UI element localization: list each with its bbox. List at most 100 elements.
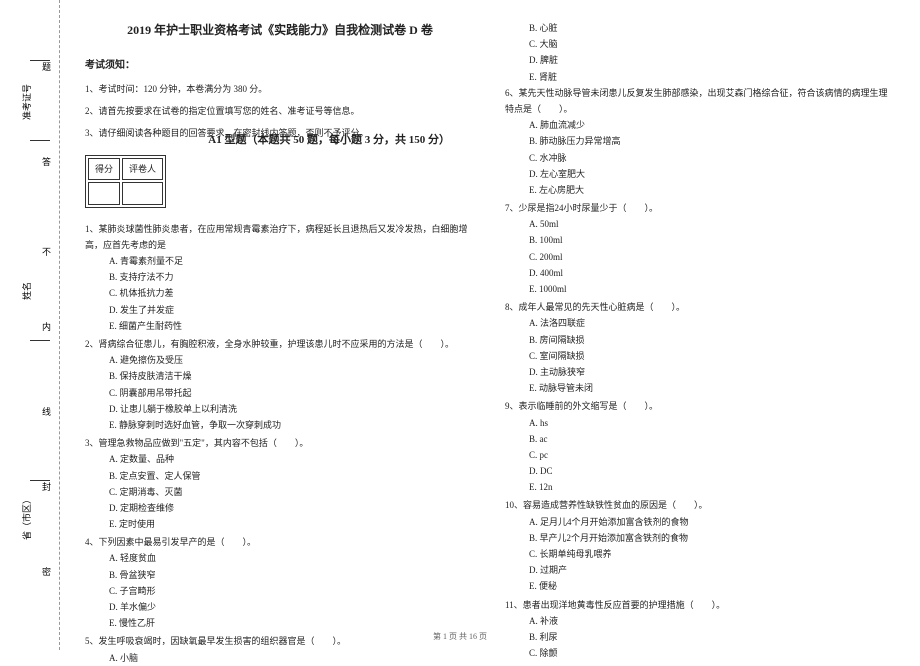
option-c: C. 子宫畸形 — [85, 583, 475, 599]
option-c: C. 定期消毒、灭菌 — [85, 484, 475, 500]
margin-underline — [30, 140, 50, 141]
option-e: E. 定时使用 — [85, 516, 475, 532]
option-e: E. 1000ml — [505, 281, 895, 297]
score-cell[interactable] — [88, 182, 120, 204]
question-stem: 4、下列因素中最易引发早产的是（ ）。 — [85, 534, 475, 550]
question-2: 2、肾病综合征患儿，有胸腔积液，全身水肿较重，护理该患儿时不应采用的方法是（ ）… — [85, 336, 475, 433]
margin-label-region: 省（市区） — [20, 495, 33, 540]
option-a: A. 青霉素剂量不足 — [85, 253, 475, 269]
margin-char: 封 — [42, 480, 51, 493]
question-stem: 1、某肺炎球菌性肺炎患者，在应用常规青霉素治疗下，病程延长且退热后又发冷发热，白… — [85, 221, 475, 253]
option-c: C. 大脑 — [505, 36, 895, 52]
option-b: B. 骨盆狭窄 — [85, 567, 475, 583]
score-table: 得分 评卷人 — [85, 155, 166, 207]
option-d: D. 主动脉狭窄 — [505, 364, 895, 380]
option-c: C. 机体抵抗力差 — [85, 285, 475, 301]
option-d: D. DC — [505, 463, 895, 479]
notice-heading: 考试须知： — [85, 57, 475, 75]
question-stem: 6、某先天性动脉导管未闭患儿反复发生肺部感染，出现艾森门格综合征，符合该病情的病… — [505, 85, 895, 117]
margin-label-exam-id: 准考证号 — [20, 84, 33, 120]
margin-char: 不 — [42, 245, 51, 258]
page-footer: 第 1 页 共 16 页 — [0, 631, 920, 642]
option-a: A. 肺血流减少 — [505, 117, 895, 133]
option-c: C. 长期单纯母乳喂养 — [505, 546, 895, 562]
option-e: E. 静脉穿刺时选好血管，争取一次穿刺成功 — [85, 417, 475, 433]
question-stem: 11、患者出现洋地黄毒性反应首要的护理措施（ ）。 — [505, 597, 895, 613]
question-stem: 2、肾病综合征患儿，有胸腔积液，全身水肿较重，护理该患儿时不应采用的方法是（ ）… — [85, 336, 475, 352]
question-stem: 7、少尿是指24小时尿量少于（ ）。 — [505, 200, 895, 216]
question-stem: 3、管理急救物品应做到"五定"，其内容不包括（ ）。 — [85, 435, 475, 451]
option-e: E. 细菌产生耐药性 — [85, 318, 475, 334]
question-9: 9、表示临睡前的外文缩写是（ ）。 A. hs B. ac C. pc D. D… — [505, 398, 895, 495]
option-a: A. 法洛四联症 — [505, 315, 895, 331]
margin-underline — [30, 340, 50, 341]
margin-char: 内 — [42, 320, 51, 333]
option-c: C. 200ml — [505, 249, 895, 265]
margin-char: 线 — [42, 405, 51, 418]
question-4: 4、下列因素中最易引发早产的是（ ）。 A. 轻度贫血 B. 骨盆狭窄 C. 子… — [85, 534, 475, 631]
option-b: B. 肺动脉压力异常增高 — [505, 133, 895, 149]
option-e: E. 12n — [505, 479, 895, 495]
option-a: A. 小脑 — [85, 650, 475, 666]
question-stem: 9、表示临睡前的外文缩写是（ ）。 — [505, 398, 895, 414]
option-b: B. 支持疗法不力 — [85, 269, 475, 285]
instruction-item: 1、考试时间：120 分钟，本卷满分为 380 分。 — [85, 81, 475, 97]
option-d: D. 过期产 — [505, 562, 895, 578]
margin-char: 答 — [42, 155, 51, 168]
score-header: 得分 — [88, 158, 120, 180]
scorer-header: 评卷人 — [122, 158, 163, 180]
option-c: C. 水冲脉 — [505, 150, 895, 166]
question-stem: 10、容易造成营养性缺铁性贫血的原因是（ ）。 — [505, 497, 895, 513]
question-stem: 8、成年人最常见的先天性心脏病是（ ）。 — [505, 299, 895, 315]
option-b: B. 房间隔缺损 — [505, 332, 895, 348]
option-c: C. 阴囊部用吊带托起 — [85, 385, 475, 401]
option-d: D. 脾脏 — [505, 52, 895, 68]
right-column: B. 心脏 C. 大脑 D. 脾脏 E. 肾脏 6、某先天性动脉导管未闭患儿反复… — [490, 20, 910, 640]
option-d: D. 发生了并发症 — [85, 302, 475, 318]
exam-title: 2019 年护士职业资格考试《实践能力》自我检测试卷 D 卷 — [85, 20, 475, 42]
option-d: D. 定期检查维修 — [85, 500, 475, 516]
option-a: A. 定数量、品种 — [85, 451, 475, 467]
option-a: A. 补液 — [505, 613, 895, 629]
instruction-item: 2、请首先按要求在试卷的指定位置填写您的姓名、准考证号等信息。 — [85, 103, 475, 119]
option-e: E. 左心房肥大 — [505, 182, 895, 198]
main-content: 2019 年护士职业资格考试《实践能力》自我检测试卷 D 卷 考试须知： 1、考… — [60, 0, 920, 650]
question-1: 1、某肺炎球菌性肺炎患者，在应用常规青霉素治疗下，病程延长且退热后又发冷发热，白… — [85, 221, 475, 334]
question-3: 3、管理急救物品应做到"五定"，其内容不包括（ ）。 A. 定数量、品种 B. … — [85, 435, 475, 532]
option-d: D. 左心室肥大 — [505, 166, 895, 182]
option-c: C. pc — [505, 447, 895, 463]
option-b: B. 定点安置、定人保管 — [85, 468, 475, 484]
option-a: A. 50ml — [505, 216, 895, 232]
page-container: 准考证号 答 题 姓名 不 内 线 封 省（市区） 密 2019 年护士职业资格… — [0, 0, 920, 650]
binding-margin: 准考证号 答 题 姓名 不 内 线 封 省（市区） 密 — [0, 0, 60, 650]
margin-char: 题 — [42, 60, 51, 73]
option-e: E. 动脉导管未闭 — [505, 380, 895, 396]
option-a: A. hs — [505, 415, 895, 431]
left-column: 2019 年护士职业资格考试《实践能力》自我检测试卷 D 卷 考试须知： 1、考… — [70, 20, 490, 640]
option-d: D. 让患儿躺于橡胶单上以利清洗 — [85, 401, 475, 417]
option-c: C. 室间隔缺损 — [505, 348, 895, 364]
option-b: B. 心脏 — [505, 20, 895, 36]
option-e: E. 肾脏 — [505, 69, 895, 85]
option-e: E. 慢性乙肝 — [85, 615, 475, 631]
option-b: B. ac — [505, 431, 895, 447]
question-6: 6、某先天性动脉导管未闭患儿反复发生肺部感染，出现艾森门格综合征，符合该病情的病… — [505, 85, 895, 198]
margin-char: 密 — [42, 565, 51, 578]
option-a: A. 足月儿4个月开始添加富含铁剂的食物 — [505, 514, 895, 530]
option-b: B. 100ml — [505, 232, 895, 248]
question-10: 10、容易造成营养性缺铁性贫血的原因是（ ）。 A. 足月儿4个月开始添加富含铁… — [505, 497, 895, 594]
section-a1-title: A1 型题（本题共 50 题，每小题 3 分，共 150 分） — [208, 131, 450, 151]
option-c: C. 除颤 — [505, 645, 895, 661]
option-e: E. 便秘 — [505, 578, 895, 594]
question-7: 7、少尿是指24小时尿量少于（ ）。 A. 50ml B. 100ml C. 2… — [505, 200, 895, 297]
option-a: A. 避免擦伤及受压 — [85, 352, 475, 368]
scorer-cell[interactable] — [122, 182, 163, 204]
option-a: A. 轻度贫血 — [85, 550, 475, 566]
margin-underline — [30, 480, 50, 481]
option-d: D. 羊水偏少 — [85, 599, 475, 615]
option-b: B. 保持皮肤清洁干燥 — [85, 368, 475, 384]
option-d: D. 400ml — [505, 265, 895, 281]
option-b: B. 早产儿2个月开始添加富含铁剂的食物 — [505, 530, 895, 546]
question-8: 8、成年人最常见的先天性心脏病是（ ）。 A. 法洛四联症 B. 房间隔缺损 C… — [505, 299, 895, 396]
margin-label-name: 姓名 — [20, 282, 33, 300]
